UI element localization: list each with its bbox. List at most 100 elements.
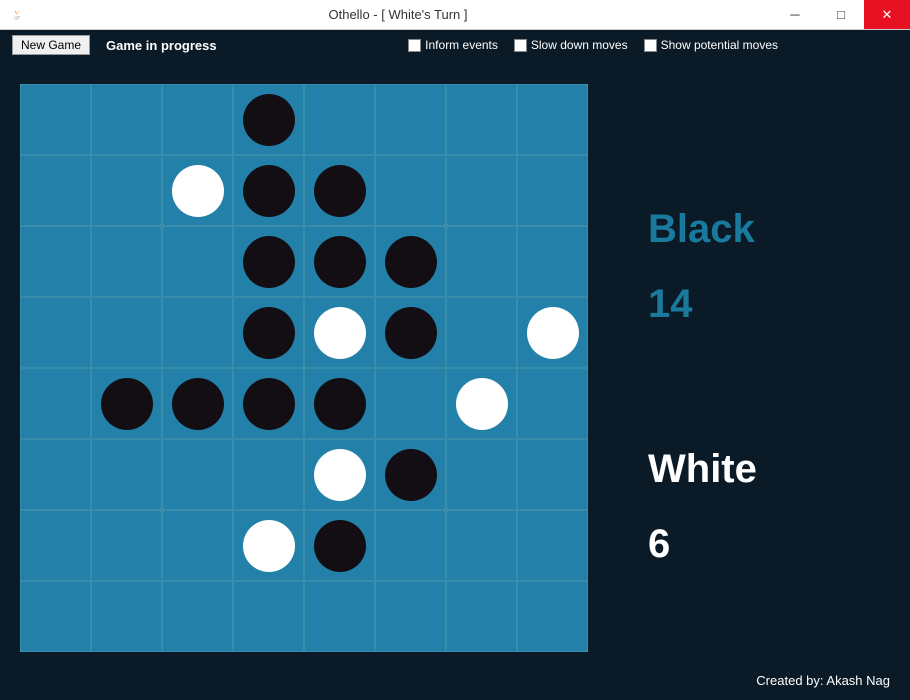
board-cell[interactable] — [517, 297, 588, 368]
board-cell[interactable] — [375, 155, 446, 226]
board-cell[interactable] — [233, 226, 304, 297]
board-cell[interactable] — [233, 84, 304, 155]
board-cell[interactable] — [304, 368, 375, 439]
board-cell[interactable] — [162, 84, 233, 155]
board-cell[interactable] — [162, 368, 233, 439]
board-cell[interactable] — [233, 581, 304, 652]
board-cell[interactable] — [20, 439, 91, 510]
score-panel: Black 14 White 6 — [588, 84, 890, 690]
board-cell[interactable] — [304, 155, 375, 226]
board-cell[interactable] — [446, 510, 517, 581]
board-cell[interactable] — [446, 581, 517, 652]
board-cell[interactable] — [91, 368, 162, 439]
board-cell[interactable] — [91, 155, 162, 226]
board-cell[interactable] — [20, 226, 91, 297]
board-cell[interactable] — [446, 84, 517, 155]
board-cell[interactable] — [304, 297, 375, 368]
board-cell[interactable] — [233, 368, 304, 439]
white-disc — [527, 307, 579, 359]
board-cell[interactable] — [375, 226, 446, 297]
board-cell[interactable] — [304, 84, 375, 155]
board-cell[interactable] — [446, 297, 517, 368]
board-cell[interactable] — [20, 510, 91, 581]
black-disc — [172, 378, 224, 430]
board-cell[interactable] — [375, 581, 446, 652]
board-cell[interactable] — [233, 297, 304, 368]
checkbox-show-moves[interactable]: Show potential moves — [644, 38, 778, 52]
board-cell[interactable] — [91, 226, 162, 297]
board-cell[interactable] — [375, 297, 446, 368]
black-disc — [101, 378, 153, 430]
credits: Created by: Akash Nag — [756, 673, 890, 688]
board-cell[interactable] — [517, 368, 588, 439]
board-cell[interactable] — [517, 84, 588, 155]
board-cell[interactable] — [517, 155, 588, 226]
board-cell[interactable] — [517, 439, 588, 510]
new-game-button[interactable]: New Game — [12, 35, 90, 55]
black-disc — [314, 236, 366, 288]
board-cell[interactable] — [20, 84, 91, 155]
black-disc — [243, 307, 295, 359]
score-white-label: White — [648, 447, 890, 492]
board-cell[interactable] — [375, 368, 446, 439]
board-cell[interactable] — [304, 226, 375, 297]
main-area: Black 14 White 6 Created by: Akash Nag — [0, 60, 910, 700]
board-cell[interactable] — [162, 155, 233, 226]
black-disc — [243, 94, 295, 146]
board-cell[interactable] — [375, 84, 446, 155]
board-cell[interactable] — [517, 226, 588, 297]
board-cell[interactable] — [20, 368, 91, 439]
board-cell[interactable] — [517, 510, 588, 581]
board-cell[interactable] — [446, 439, 517, 510]
checkbox-icon — [408, 39, 421, 52]
checkbox-inform-events[interactable]: Inform events — [408, 38, 498, 52]
board-cell[interactable] — [233, 155, 304, 226]
board-cell[interactable] — [162, 510, 233, 581]
checkbox-label: Slow down moves — [531, 38, 628, 52]
star-point — [443, 223, 449, 229]
board-cell[interactable] — [304, 581, 375, 652]
board-cell[interactable] — [162, 226, 233, 297]
board-cell[interactable] — [304, 510, 375, 581]
board-cell[interactable] — [375, 439, 446, 510]
close-button[interactable]: ✕ — [864, 0, 910, 29]
board-cell[interactable] — [304, 439, 375, 510]
maximize-button[interactable]: □ — [818, 0, 864, 29]
white-disc — [314, 307, 366, 359]
black-disc — [314, 520, 366, 572]
board-cell[interactable] — [20, 155, 91, 226]
window-title: Othello - [ White's Turn ] — [24, 7, 772, 22]
board-cell[interactable] — [91, 297, 162, 368]
white-disc — [172, 165, 224, 217]
app-window: Othello - [ White's Turn ] ─ □ ✕ New Gam… — [0, 0, 910, 700]
board-cell[interactable] — [91, 84, 162, 155]
minimize-button[interactable]: ─ — [772, 0, 818, 29]
score-black-value: 14 — [648, 282, 890, 327]
toolbar: New Game Game in progress Inform events … — [0, 30, 910, 60]
board-cell[interactable] — [20, 581, 91, 652]
black-disc — [385, 449, 437, 501]
board-cell[interactable] — [375, 510, 446, 581]
checkbox-icon — [644, 39, 657, 52]
board-cell[interactable] — [91, 581, 162, 652]
board-cell[interactable] — [91, 510, 162, 581]
board-cell[interactable] — [162, 439, 233, 510]
black-disc — [314, 378, 366, 430]
board-cell[interactable] — [162, 297, 233, 368]
board-cell[interactable] — [91, 439, 162, 510]
black-disc — [385, 236, 437, 288]
board-cell[interactable] — [162, 581, 233, 652]
board-cell[interactable] — [446, 155, 517, 226]
board-cell[interactable] — [446, 226, 517, 297]
star-point — [443, 507, 449, 513]
board-cell[interactable] — [446, 368, 517, 439]
board-cell[interactable] — [517, 581, 588, 652]
checkbox-group: Inform events Slow down moves Show poten… — [408, 38, 778, 52]
board-cell[interactable] — [233, 439, 304, 510]
board-cell[interactable] — [233, 510, 304, 581]
checkbox-slow-down[interactable]: Slow down moves — [514, 38, 628, 52]
score-black: Black 14 — [648, 207, 890, 327]
board-cell[interactable] — [20, 297, 91, 368]
black-disc — [385, 307, 437, 359]
board-container — [20, 84, 588, 690]
